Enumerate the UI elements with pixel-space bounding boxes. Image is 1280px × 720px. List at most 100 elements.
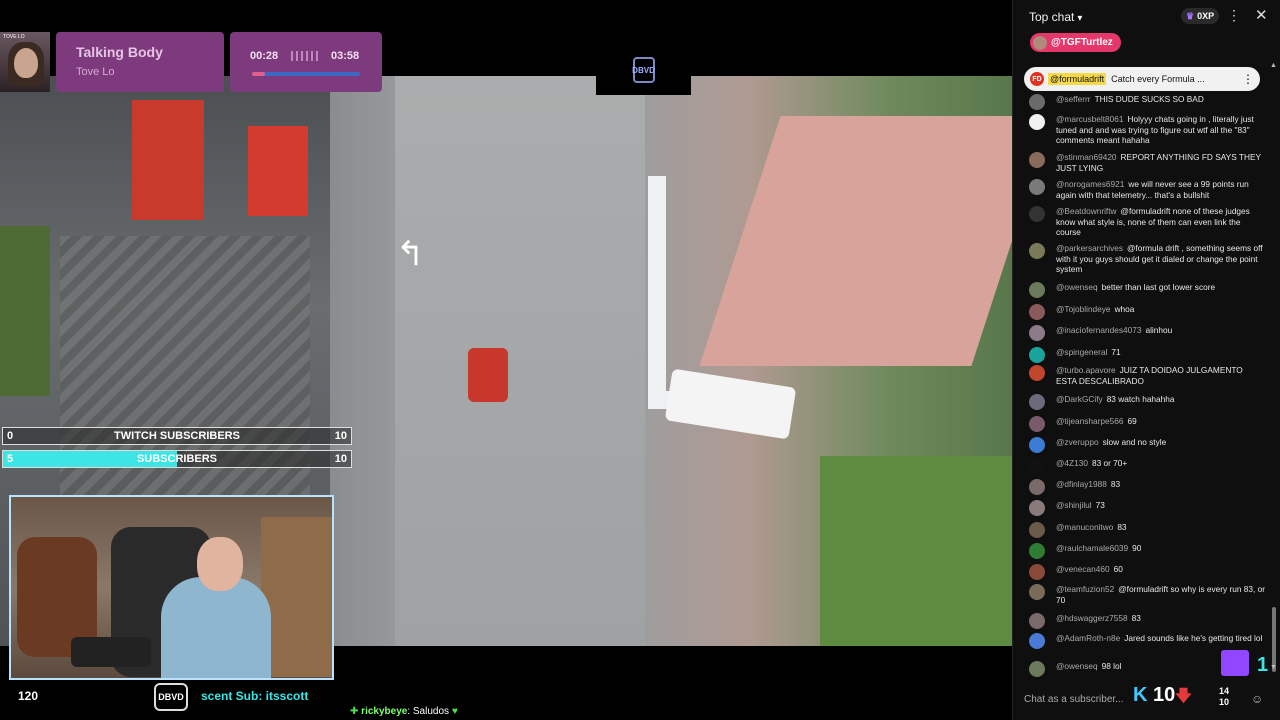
avatar[interactable] (1029, 394, 1045, 410)
avatar[interactable] (1029, 347, 1045, 363)
chat-username[interactable]: @inaciofernandes4073 (1056, 325, 1141, 335)
chat-message[interactable]: @tijeansharpe566 69 (1029, 416, 1265, 432)
avatar[interactable] (1029, 304, 1045, 320)
avatar[interactable] (1029, 522, 1045, 538)
chat-message[interactable]: @shinjilul 73 (1029, 500, 1265, 516)
chat-username[interactable]: @zveruppo (1056, 437, 1099, 447)
avatar[interactable] (1029, 437, 1045, 453)
chat-username[interactable]: @turbo.apavore (1056, 365, 1116, 375)
chat-message[interactable]: @raulchamale6039 90 (1029, 543, 1265, 559)
chat-username[interactable]: @norogames6921 (1056, 179, 1124, 189)
chat-username[interactable]: @teamfuzion52 (1056, 584, 1114, 594)
chat-message[interactable]: @marcusbelt8061 Holyyy chats going in , l… (1029, 114, 1265, 146)
avatar[interactable] (1029, 633, 1045, 649)
emoji-icon[interactable]: ☺ (1251, 692, 1263, 706)
more-options-icon[interactable]: ⋮ (1242, 72, 1254, 86)
video-player[interactable]: ↰ DBVD TOVE LO Talking Body Tove Lo 00:2… (0, 0, 1012, 720)
drift-car (468, 348, 508, 402)
chat-message[interactable]: @manuconitwo 83 (1029, 522, 1265, 538)
chat-text: 98 lol (1101, 661, 1122, 671)
xp-badge[interactable]: ♛ 0XP (1181, 8, 1220, 24)
chat-username[interactable]: @marcusbelt8061 (1056, 114, 1123, 124)
chat-message[interactable]: @venecan460 60 (1029, 564, 1265, 580)
chat-username[interactable]: @owenseq (1056, 282, 1098, 292)
chat-username[interactable]: @venecan460 (1056, 564, 1110, 574)
chat-input[interactable]: Chat as a subscriber... (1024, 686, 1134, 714)
chat-mode-dropdown[interactable]: Top chat ▾ (1029, 10, 1082, 24)
avatar[interactable] (1029, 243, 1045, 259)
song-title: Talking Body (76, 44, 163, 60)
chat-header: Top chat ▾ ♛ 0XP ⋮ ✕ (1013, 0, 1280, 32)
scroll-up-icon[interactable]: ▲ (1270, 62, 1277, 69)
pinned-user-chip[interactable]: @TGFTurtlez (1030, 33, 1121, 52)
chat-username[interactable]: @Tojoblindeye (1056, 304, 1111, 314)
chat-username[interactable]: @AdamRoth-n8e (1056, 633, 1120, 643)
avatar[interactable] (1029, 365, 1045, 381)
chat-message[interactable]: @turbo.apavore JUIZ TA DOIDAO JULGAMENTO … (1029, 365, 1265, 386)
chat-username[interactable]: @owenseq (1056, 661, 1098, 671)
chat-message[interactable]: @norogames6921 we will never see a 99 poi… (1029, 179, 1265, 200)
avatar[interactable] (1029, 325, 1045, 341)
close-icon[interactable]: ✕ (1255, 6, 1268, 24)
chat-message[interactable]: @zveruppo slow and no style (1029, 437, 1265, 453)
avatar[interactable] (1029, 479, 1045, 495)
channel-logo-icon: FD (1030, 72, 1044, 86)
stream-page: ↰ DBVD TOVE LO Talking Body Tove Lo 00:2… (0, 0, 1280, 720)
avatar[interactable] (1029, 458, 1045, 474)
avatar[interactable] (1029, 500, 1045, 516)
avatar[interactable] (1029, 206, 1045, 222)
scroll-thumb[interactable] (1272, 607, 1276, 672)
avatar[interactable] (1029, 661, 1045, 677)
crown-icon: ♛ (1186, 10, 1195, 21)
avatar[interactable] (1029, 152, 1045, 168)
chat-message[interactable]: @dfinlay1988 83 (1029, 479, 1265, 495)
chat-text: 83 (1117, 522, 1127, 532)
avatar[interactable] (1029, 179, 1045, 195)
goal-target: 10 (334, 430, 347, 442)
scroll-down-icon[interactable]: ▼ (1270, 664, 1277, 671)
chat-message[interactable]: @hdswaggerz7558 83 (1029, 613, 1265, 629)
chat-message[interactable]: @Tojoblindeye whoa (1029, 304, 1265, 320)
chat-message[interactable]: @AdamRoth-n8e Jared sounds like he's gett… (1029, 633, 1265, 649)
avatar (1033, 35, 1047, 50)
chat-username[interactable]: @dfinlay1988 (1056, 479, 1107, 489)
chat-message[interactable]: @spingeneral 71 (1029, 347, 1265, 363)
more-options-icon[interactable]: ⋮ (1227, 7, 1241, 24)
chat-message[interactable]: @stinman69420 REPORT ANYTHING FD SAYS THE… (1029, 152, 1265, 173)
kick-counter: K 10🡇 (1133, 684, 1192, 712)
avatar[interactable] (1029, 114, 1045, 130)
chat-message[interactable]: @Beatdownriftw @formuladrift none of thes… (1029, 206, 1265, 238)
chat-username[interactable]: @DarkGCify (1056, 394, 1103, 404)
chat-message[interactable]: @parkersarchives @formula drift , somethi… (1029, 243, 1265, 275)
avatar[interactable] (1029, 584, 1045, 600)
chat-message[interactable]: @teamfuzion52 @formuladrift so why is eve… (1029, 584, 1265, 605)
pinned-message-banner[interactable]: FD @formuladrift Catch every Formula ...… (1024, 67, 1260, 91)
chat-message[interactable]: @DarkGCify 83 watch hahahha (1029, 394, 1265, 410)
chat-username[interactable]: @4Z130 (1056, 458, 1088, 468)
chat-username[interactable]: @raulchamale6039 (1056, 543, 1128, 553)
chat-message[interactable]: @4Z130 83 or 70+ (1029, 458, 1265, 474)
avatar[interactable] (1029, 543, 1045, 559)
avatar[interactable] (1029, 416, 1045, 432)
chat-scrollbar[interactable]: ▲ ▼ (1270, 62, 1277, 672)
chat-username[interactable]: @tijeansharpe566 (1056, 416, 1123, 426)
chat-username[interactable]: @Beatdownriftw (1056, 206, 1117, 216)
album-caption: TOVE LO (3, 34, 25, 40)
chat-username[interactable]: @manuconitwo (1056, 522, 1113, 532)
chat-message[interactable]: @owenseq better than last got lower score (1029, 282, 1265, 298)
chat-message[interactable]: @inaciofernandes4073 alinhou (1029, 325, 1265, 341)
chat-username[interactable]: @sefferrr (1056, 94, 1091, 104)
chat-username[interactable]: @stinman69420 (1056, 152, 1117, 162)
chevron-down-icon: ▾ (1077, 13, 1083, 24)
avatar[interactable] (1029, 94, 1045, 110)
avatar[interactable] (1029, 564, 1045, 580)
overlay-chat-line: ✚ rickybeye: Saludos ♥ (350, 706, 458, 717)
chat-username[interactable]: @shinjilul (1056, 500, 1092, 510)
avatar[interactable] (1029, 282, 1045, 298)
overlay-chat-text: : Saludos (407, 706, 450, 717)
avatar[interactable] (1029, 613, 1045, 629)
chat-username[interactable]: @parkersarchives (1056, 243, 1123, 253)
chat-username[interactable]: @hdswaggerz7558 (1056, 613, 1128, 623)
chat-username[interactable]: @spingeneral (1056, 347, 1107, 357)
chat-message[interactable]: @sefferrr THIS DUDE SUCKS SO BAD (1029, 94, 1265, 110)
